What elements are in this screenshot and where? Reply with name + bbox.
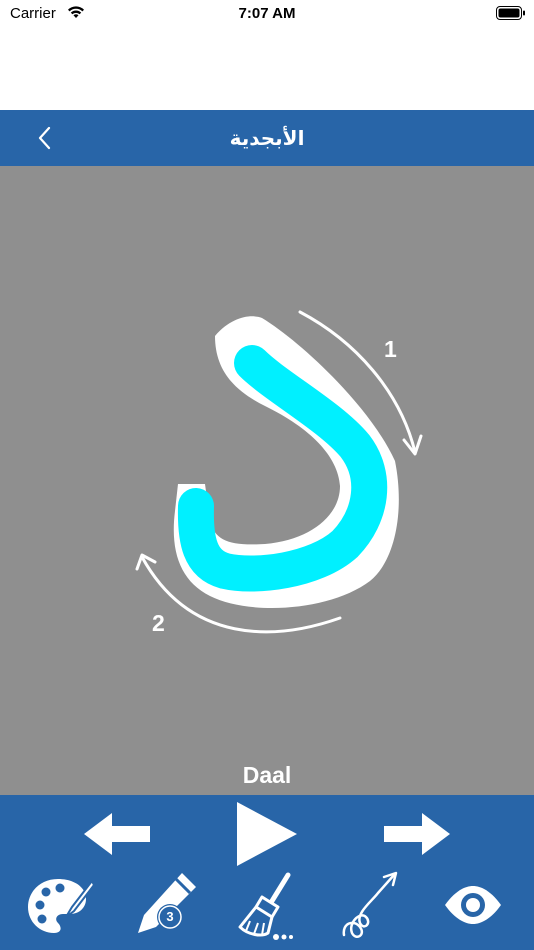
battery-icon <box>496 6 526 25</box>
broom-icon <box>238 872 293 940</box>
previous-arrow-icon <box>84 813 150 855</box>
eye-icon <box>445 886 501 924</box>
trace-guide-button[interactable] <box>338 871 404 943</box>
play-icon <box>237 802 297 866</box>
letter-tracing-figure: 1 2 <box>135 310 423 636</box>
ad-banner-area <box>0 26 534 110</box>
show-letter-button[interactable] <box>443 885 503 925</box>
clear-button[interactable] <box>236 871 298 943</box>
next-arrow-icon <box>384 813 450 855</box>
bottom-toolbar: 3 <box>0 795 534 950</box>
pencil-size-badge: 3 <box>166 909 174 924</box>
pencil-icon <box>138 873 196 933</box>
trace-path-icon <box>342 871 398 938</box>
status-bar: Carrier 7:07 AM <box>0 0 534 26</box>
tracing-canvas[interactable]: 1 2 Daal <box>0 166 534 795</box>
navigation-bar: الأبجدية <box>0 110 534 166</box>
status-time: 7:07 AM <box>238 5 296 22</box>
previous-letter-button[interactable] <box>84 813 152 855</box>
play-button[interactable] <box>235 802 299 866</box>
letter-name: Daal <box>242 762 292 788</box>
stroke-number-1: 1 <box>384 336 397 362</box>
page-title: الأبجدية <box>229 128 305 150</box>
next-letter-button[interactable] <box>382 813 450 855</box>
pencil-size-button[interactable]: 3 <box>132 871 200 941</box>
stroke-number-2: 2 <box>152 610 165 636</box>
palette-icon <box>28 879 96 933</box>
color-palette-button[interactable] <box>26 875 96 937</box>
